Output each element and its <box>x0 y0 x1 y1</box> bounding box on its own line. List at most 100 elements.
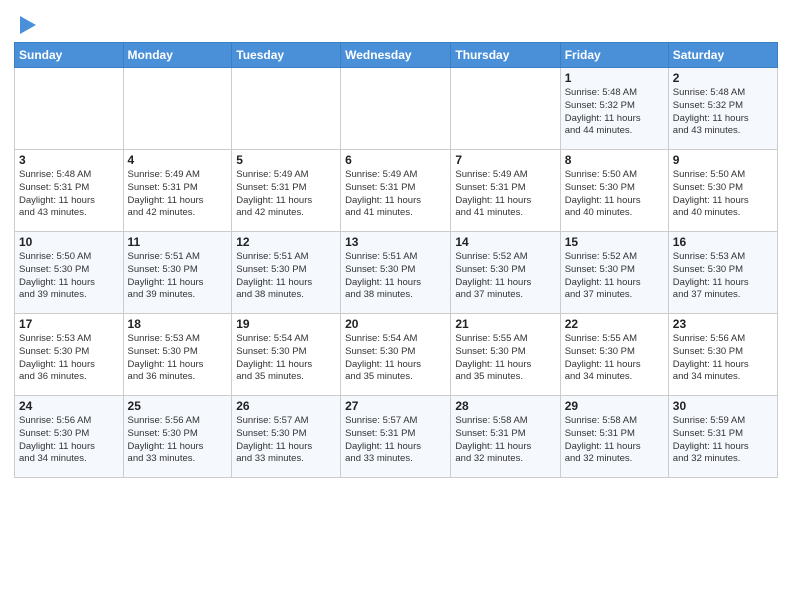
calendar-week-2: 10 Sunrise: 5:50 AMSunset: 5:30 PMDayligh… <box>15 232 778 314</box>
calendar-cell: 1Sunrise: 5:48 AMSunset: 5:32 PMDaylight… <box>560 68 668 150</box>
day-number: 19 <box>236 317 336 331</box>
day-number: 26 <box>236 399 336 413</box>
day-info: Sunrise: 5:59 AMSunset: 5:31 PMDaylight:… <box>673 415 773 466</box>
day-info: Sunrise: 5:51 AMSunset: 5:30 PMDaylight:… <box>345 251 446 302</box>
day-number: 23 <box>673 317 773 331</box>
day-number: 12 <box>236 235 336 249</box>
calendar-cell: 27 Sunrise: 5:57 AMSunset: 5:31 PMDayligh… <box>341 396 451 478</box>
calendar-cell: 7Sunrise: 5:49 AMSunset: 5:31 PMDaylight… <box>451 150 560 232</box>
calendar-cell: 20Sunrise: 5:54 AMSunset: 5:30 PMDayligh… <box>341 314 451 396</box>
day-info: Sunrise: 5:49 AMSunset: 5:31 PMDaylight:… <box>128 169 228 220</box>
calendar-cell: 19 Sunrise: 5:54 AMSunset: 5:30 PMDayligh… <box>232 314 341 396</box>
day-number: 4 <box>128 153 228 167</box>
calendar-cell: 24 Sunrise: 5:56 AMSunset: 5:30 PMDayligh… <box>15 396 124 478</box>
day-info: Sunrise: 5:51 AMSunset: 5:30 PMDaylight:… <box>128 251 228 302</box>
calendar-cell: 22 Sunrise: 5:55 AMSunset: 5:30 PMDayligh… <box>560 314 668 396</box>
day-info: Sunrise: 5:56 AMSunset: 5:30 PMDaylight:… <box>19 415 119 466</box>
day-info: Sunrise: 5:54 AMSunset: 5:30 PMDaylight:… <box>236 333 336 384</box>
calendar-cell: 2 Sunrise: 5:48 AMSunset: 5:32 PMDaylight… <box>668 68 777 150</box>
calendar-week-1: 3 Sunrise: 5:48 AMSunset: 5:31 PMDaylight… <box>15 150 778 232</box>
day-number: 27 <box>345 399 446 413</box>
calendar-body: 1Sunrise: 5:48 AMSunset: 5:32 PMDaylight… <box>15 68 778 478</box>
day-number: 18 <box>128 317 228 331</box>
day-number: 9 <box>673 153 773 167</box>
day-info: Sunrise: 5:53 AMSunset: 5:30 PMDaylight:… <box>673 251 773 302</box>
day-info: Sunrise: 5:53 AMSunset: 5:30 PMDaylight:… <box>19 333 119 384</box>
calendar-cell: 18Sunrise: 5:53 AMSunset: 5:30 PMDayligh… <box>123 314 232 396</box>
weekday-friday: Friday <box>560 43 668 68</box>
day-info: Sunrise: 5:49 AMSunset: 5:31 PMDaylight:… <box>345 169 446 220</box>
calendar-cell: 21 Sunrise: 5:55 AMSunset: 5:30 PMDayligh… <box>451 314 560 396</box>
calendar-table: SundayMondayTuesdayWednesdayThursdayFrid… <box>14 42 778 478</box>
calendar-cell: 28 Sunrise: 5:58 AMSunset: 5:31 PMDayligh… <box>451 396 560 478</box>
weekday-tuesday: Tuesday <box>232 43 341 68</box>
calendar-cell: 16 Sunrise: 5:53 AMSunset: 5:30 PMDayligh… <box>668 232 777 314</box>
calendar-cell: 11 Sunrise: 5:51 AMSunset: 5:30 PMDayligh… <box>123 232 232 314</box>
calendar-cell <box>123 68 232 150</box>
calendar-cell <box>341 68 451 150</box>
logo <box>14 14 38 36</box>
calendar-cell: 29 Sunrise: 5:58 AMSunset: 5:31 PMDayligh… <box>560 396 668 478</box>
day-number: 28 <box>455 399 555 413</box>
day-number: 25 <box>128 399 228 413</box>
day-info: Sunrise: 5:58 AMSunset: 5:31 PMDaylight:… <box>565 415 664 466</box>
header <box>14 10 778 36</box>
calendar-cell: 10 Sunrise: 5:50 AMSunset: 5:30 PMDayligh… <box>15 232 124 314</box>
calendar-cell: 5 Sunrise: 5:49 AMSunset: 5:31 PMDaylight… <box>232 150 341 232</box>
calendar-cell: 6 Sunrise: 5:49 AMSunset: 5:31 PMDaylight… <box>341 150 451 232</box>
day-number: 7 <box>455 153 555 167</box>
day-number: 10 <box>19 235 119 249</box>
day-number: 14 <box>455 235 555 249</box>
day-number: 6 <box>345 153 446 167</box>
day-info: Sunrise: 5:50 AMSunset: 5:30 PMDaylight:… <box>565 169 664 220</box>
day-number: 22 <box>565 317 664 331</box>
calendar-cell: 23 Sunrise: 5:56 AMSunset: 5:30 PMDayligh… <box>668 314 777 396</box>
weekday-wednesday: Wednesday <box>341 43 451 68</box>
weekday-monday: Monday <box>123 43 232 68</box>
calendar-cell: 9 Sunrise: 5:50 AMSunset: 5:30 PMDaylight… <box>668 150 777 232</box>
calendar-cell: 14Sunrise: 5:52 AMSunset: 5:30 PMDayligh… <box>451 232 560 314</box>
weekday-saturday: Saturday <box>668 43 777 68</box>
calendar-cell: 13Sunrise: 5:51 AMSunset: 5:30 PMDayligh… <box>341 232 451 314</box>
day-number: 5 <box>236 153 336 167</box>
day-number: 8 <box>565 153 664 167</box>
day-number: 17 <box>19 317 119 331</box>
calendar-cell: 8 Sunrise: 5:50 AMSunset: 5:30 PMDaylight… <box>560 150 668 232</box>
calendar-header: SundayMondayTuesdayWednesdayThursdayFrid… <box>15 43 778 68</box>
day-info: Sunrise: 5:50 AMSunset: 5:30 PMDaylight:… <box>19 251 119 302</box>
day-number: 15 <box>565 235 664 249</box>
day-number: 29 <box>565 399 664 413</box>
day-number: 21 <box>455 317 555 331</box>
day-info: Sunrise: 5:55 AMSunset: 5:30 PMDaylight:… <box>455 333 555 384</box>
day-number: 16 <box>673 235 773 249</box>
day-number: 3 <box>19 153 119 167</box>
calendar-week-4: 24 Sunrise: 5:56 AMSunset: 5:30 PMDayligh… <box>15 396 778 478</box>
calendar-cell: 3 Sunrise: 5:48 AMSunset: 5:31 PMDaylight… <box>15 150 124 232</box>
day-info: Sunrise: 5:48 AMSunset: 5:32 PMDaylight:… <box>565 87 664 138</box>
day-number: 30 <box>673 399 773 413</box>
day-info: Sunrise: 5:58 AMSunset: 5:31 PMDaylight:… <box>455 415 555 466</box>
day-number: 11 <box>128 235 228 249</box>
calendar-cell <box>232 68 341 150</box>
day-number: 2 <box>673 71 773 85</box>
day-info: Sunrise: 5:51 AMSunset: 5:30 PMDaylight:… <box>236 251 336 302</box>
day-info: Sunrise: 5:50 AMSunset: 5:30 PMDaylight:… <box>673 169 773 220</box>
calendar-cell <box>15 68 124 150</box>
day-info: Sunrise: 5:55 AMSunset: 5:30 PMDaylight:… <box>565 333 664 384</box>
calendar-week-3: 17 Sunrise: 5:53 AMSunset: 5:30 PMDayligh… <box>15 314 778 396</box>
day-info: Sunrise: 5:49 AMSunset: 5:31 PMDaylight:… <box>236 169 336 220</box>
day-info: Sunrise: 5:48 AMSunset: 5:31 PMDaylight:… <box>19 169 119 220</box>
day-number: 24 <box>19 399 119 413</box>
day-info: Sunrise: 5:57 AMSunset: 5:31 PMDaylight:… <box>345 415 446 466</box>
day-info: Sunrise: 5:56 AMSunset: 5:30 PMDaylight:… <box>673 333 773 384</box>
calendar-cell: 15 Sunrise: 5:52 AMSunset: 5:30 PMDayligh… <box>560 232 668 314</box>
day-info: Sunrise: 5:54 AMSunset: 5:30 PMDaylight:… <box>345 333 446 384</box>
calendar-cell <box>451 68 560 150</box>
page: SundayMondayTuesdayWednesdayThursdayFrid… <box>0 0 792 612</box>
calendar-cell: 17 Sunrise: 5:53 AMSunset: 5:30 PMDayligh… <box>15 314 124 396</box>
weekday-sunday: Sunday <box>15 43 124 68</box>
day-info: Sunrise: 5:52 AMSunset: 5:30 PMDaylight:… <box>565 251 664 302</box>
calendar-cell: 25Sunrise: 5:56 AMSunset: 5:30 PMDayligh… <box>123 396 232 478</box>
calendar-cell: 4 Sunrise: 5:49 AMSunset: 5:31 PMDaylight… <box>123 150 232 232</box>
day-info: Sunrise: 5:48 AMSunset: 5:32 PMDaylight:… <box>673 87 773 138</box>
